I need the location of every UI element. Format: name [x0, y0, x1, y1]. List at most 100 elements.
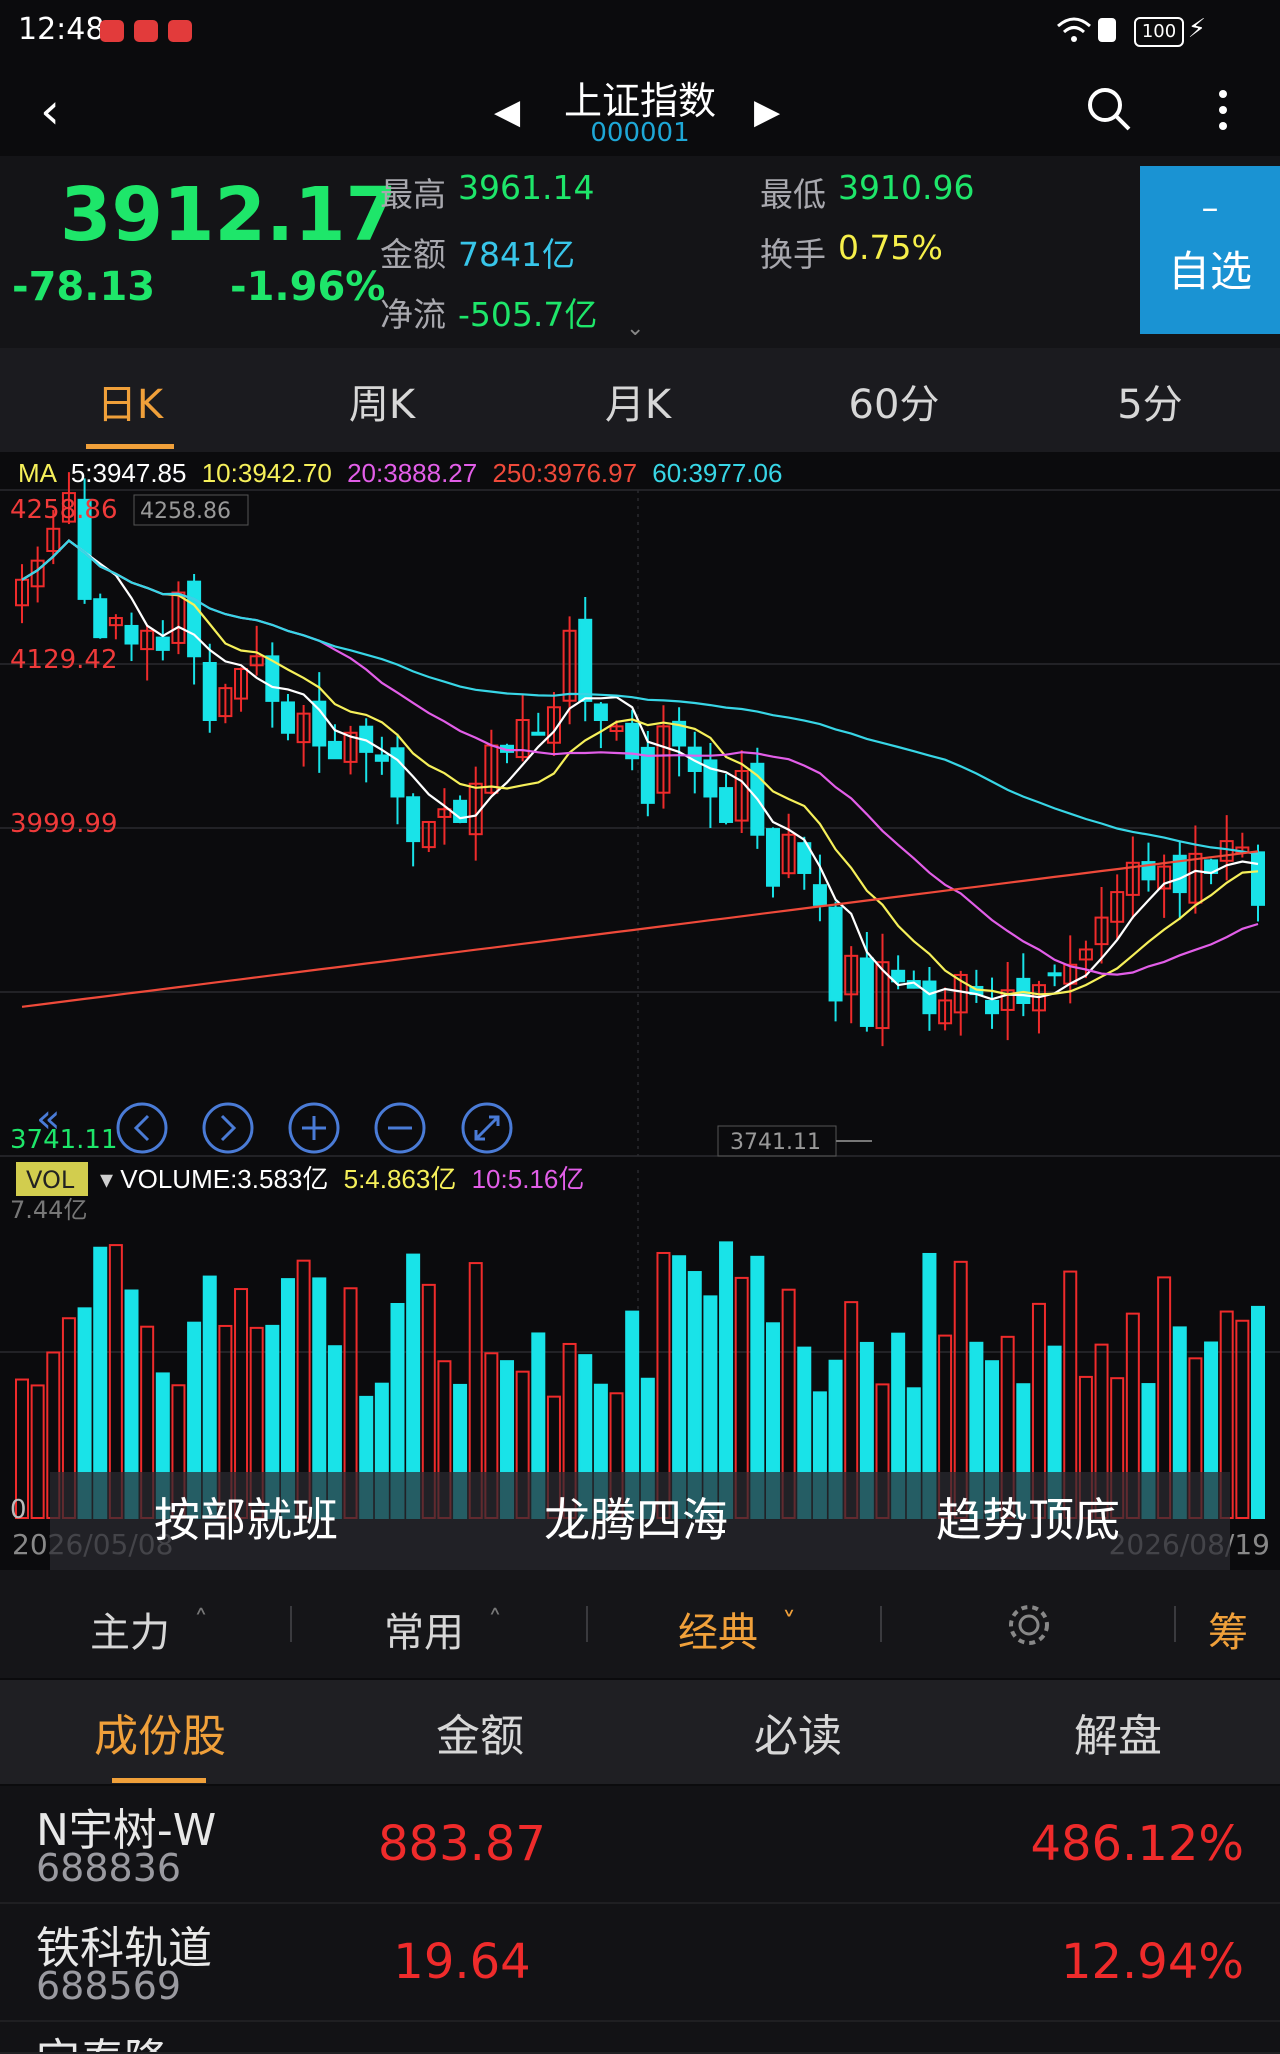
candle-body — [202, 661, 217, 722]
high-value: 3961.14 — [458, 168, 595, 207]
y-axis-mid2: 3999.99 — [10, 809, 118, 839]
vol-axis-top: 7.44亿 — [10, 1196, 87, 1224]
banner-item[interactable]: 按部就班 — [154, 1493, 338, 1547]
charging-icon: ⚡ — [1187, 14, 1206, 44]
table-row[interactable]: 宝泰隆 — [0, 2022, 1280, 2054]
chip-button[interactable]: 筹 — [1208, 1600, 1248, 1658]
current-price: 3912.17 — [60, 172, 398, 258]
main-indicator-button[interactable]: 主力 — [90, 1600, 170, 1658]
candle-body — [280, 701, 295, 734]
tab-must-read[interactable]: 必读 — [698, 1700, 898, 1764]
volume-dropdown-icon[interactable]: ▾ — [100, 1164, 120, 1194]
candle-body — [390, 747, 405, 798]
vol-tag[interactable]: VOL — [26, 1166, 75, 1194]
tab-5min[interactable]: 5分 — [1050, 372, 1250, 430]
tab-constituents[interactable]: 成份股 — [60, 1700, 260, 1764]
candle-body — [93, 598, 108, 639]
collapse-icon[interactable]: « — [36, 1096, 60, 1142]
status-bar: 12:48 100 ⚡ — [0, 0, 1280, 64]
watchlist-label: 自选 — [1167, 247, 1252, 296]
banner-item[interactable]: 龙腾四海 — [544, 1493, 728, 1547]
notification-icon — [134, 20, 158, 42]
y-axis-top: 4258.86 — [10, 495, 118, 525]
table-row[interactable]: N宇树-W 688836 883.87 486.12% — [0, 1786, 1280, 1904]
candle-body — [531, 731, 546, 736]
divider — [586, 1606, 588, 1642]
volume-bar — [1251, 1305, 1265, 1519]
chevron-down-icon: ˅ — [782, 1606, 796, 1639]
notification-icon — [100, 20, 124, 42]
vol-axis-zero: 0 — [10, 1495, 27, 1525]
candle-body — [812, 884, 827, 906]
candle-body — [765, 828, 780, 887]
kline-chart[interactable]: MA 5:3947.85 10:3942.70 20:3888.27 250:3… — [0, 452, 1280, 1570]
low-label: 最低 — [760, 175, 826, 214]
amount-label: 金额 — [380, 235, 446, 274]
candle-body — [922, 980, 937, 1015]
divider — [880, 1606, 882, 1642]
expand-chevron-icon[interactable]: ⌄ — [626, 316, 644, 341]
wifi-icon — [1057, 17, 1091, 42]
ma-label: MA — [18, 458, 58, 488]
amount-value: 7841亿 — [458, 235, 575, 274]
candle-body — [985, 999, 1000, 1015]
y-axis-mid1: 4129.42 — [10, 645, 118, 675]
active-tab-underline — [112, 1778, 206, 1783]
vol10-value: 10:5.16亿 — [472, 1164, 585, 1194]
volume-value: VOLUME:3.583亿 — [120, 1164, 328, 1194]
search-icon[interactable] — [1086, 86, 1132, 132]
common-button[interactable]: 常用 — [384, 1600, 464, 1658]
tab-month-k[interactable]: 月K — [538, 372, 738, 430]
turnover-value: 0.75% — [838, 228, 943, 267]
minus-icon: – — [1201, 188, 1219, 228]
divider — [290, 1606, 292, 1642]
indicator-toolbar: 主力 ˄ 常用 ˄ 经典 ˅ 筹 — [0, 1570, 1280, 1678]
price-change-pct: -1.96% — [230, 264, 386, 310]
candle-body — [374, 754, 389, 762]
active-tab-underline — [86, 444, 174, 449]
tab-analysis[interactable]: 解盘 — [1018, 1700, 1218, 1764]
turnover-label: 换手 — [760, 235, 826, 274]
chevron-up-icon: ˄ — [194, 1604, 208, 1637]
candle-body — [1047, 972, 1062, 977]
candle-body — [187, 580, 202, 658]
candle-body — [406, 796, 421, 843]
status-time: 12:48 — [18, 12, 105, 47]
ma250-value: 250:3976.97 — [492, 458, 637, 488]
stock-price: 883.87 — [378, 1816, 546, 1872]
netflow-value: -505.7亿 — [458, 295, 598, 334]
stock-change-pct: 486.12% — [1030, 1816, 1244, 1872]
tab-day-k[interactable]: 日K — [30, 372, 230, 430]
ma60-value: 60:3977.06 — [652, 458, 782, 488]
tab-week-k[interactable]: 周K — [282, 372, 482, 430]
more-icon[interactable] — [1216, 88, 1230, 132]
stock-price: 19.64 — [393, 1934, 531, 1990]
tab-60min[interactable]: 60分 — [794, 372, 994, 430]
tab-amount[interactable]: 金额 — [380, 1700, 580, 1764]
high-label: 最高 — [380, 175, 446, 214]
candle-body — [155, 636, 170, 651]
chevron-up-icon: ˄ — [488, 1604, 502, 1637]
notification-icon — [168, 20, 192, 42]
period-tabs: 日K 周K 月K 60分 5分 — [0, 348, 1280, 452]
stock-code: 688836 — [36, 1846, 182, 1890]
sim-icon — [1098, 18, 1116, 42]
watchlist-button[interactable]: – 自选 — [1140, 166, 1280, 334]
classic-button[interactable]: 经典 — [678, 1600, 758, 1658]
candle-body — [124, 624, 139, 645]
candle-body — [719, 787, 734, 823]
candle-body — [1251, 851, 1265, 906]
gear-icon[interactable] — [1006, 1602, 1052, 1648]
ma10-value: 10:3942.70 — [202, 458, 332, 488]
battery-icon: 100 — [1134, 17, 1184, 47]
low-value: 3910.96 — [838, 168, 975, 207]
table-row[interactable]: 铁科轨道 688569 19.64 12.94% — [0, 1904, 1280, 2022]
stock-code: 688569 — [36, 1964, 182, 2008]
candle-body — [593, 703, 608, 722]
high-marker: 4258.86 — [140, 499, 231, 524]
stock-name: 宝泰隆 — [36, 2024, 168, 2052]
candle-body — [828, 906, 843, 1002]
list-tabs: 成份股 金额 必读 解盘 — [0, 1680, 1280, 1784]
banner-item[interactable]: 趋势顶底 — [936, 1493, 1120, 1547]
ma20-value: 20:3888.27 — [347, 458, 477, 488]
